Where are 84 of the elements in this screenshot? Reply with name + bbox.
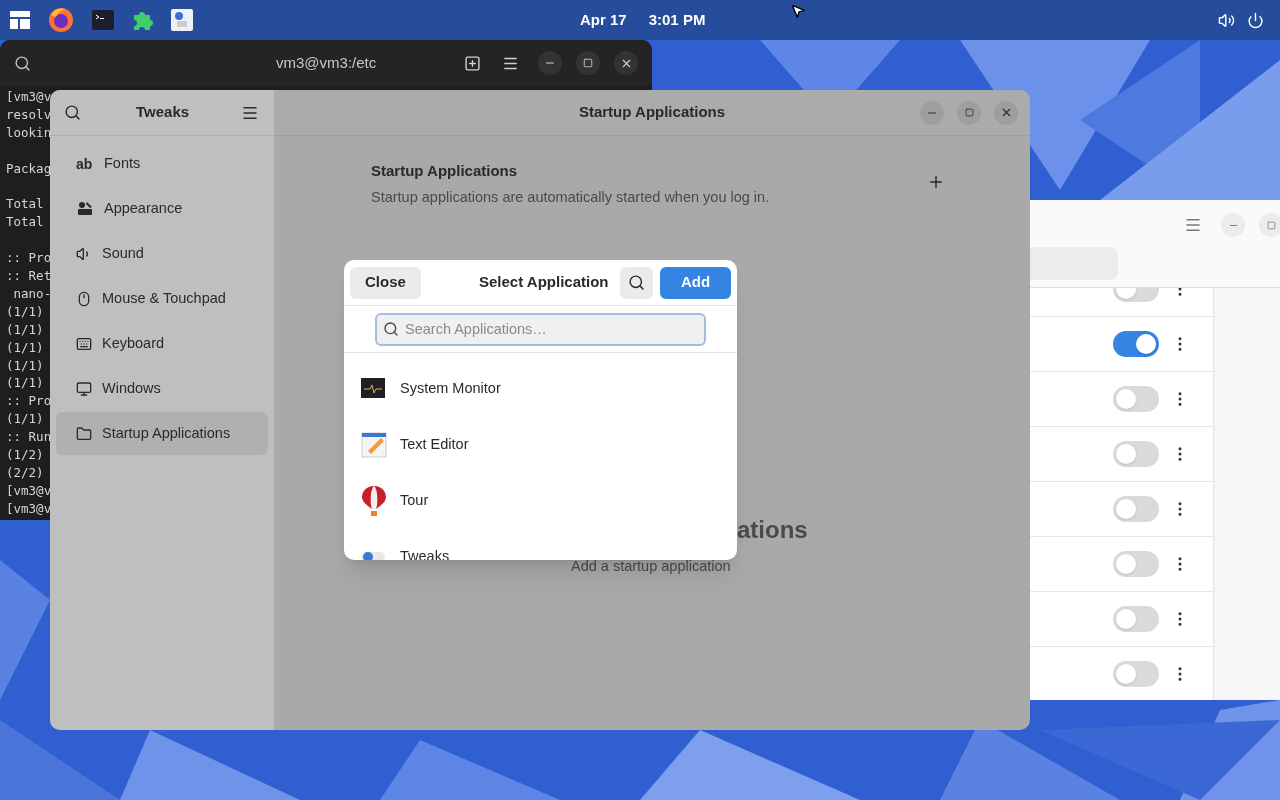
maximize-icon	[964, 108, 974, 117]
menu-icon	[1184, 216, 1202, 234]
folder-icon	[76, 425, 92, 442]
terminal-line: Total	[6, 195, 44, 214]
sidebar-item[interactable]: Appearance	[56, 187, 268, 230]
toggle-switch[interactable]	[1113, 496, 1159, 522]
appearance-icon	[76, 199, 94, 218]
toggle-switch[interactable]	[1113, 551, 1159, 577]
maximize-icon	[583, 58, 593, 68]
terminal-line: Total	[6, 213, 44, 232]
search-icon	[628, 274, 645, 291]
application-item[interactable]: System Monitor	[344, 361, 737, 417]
close-button[interactable]	[994, 100, 1018, 125]
empty-state-title: ations	[737, 515, 808, 545]
maximize-button[interactable]	[957, 100, 981, 125]
search-icon[interactable]	[14, 54, 31, 72]
browser-icon[interactable]	[46, 5, 76, 35]
plus-square-icon	[463, 54, 481, 72]
terminal-line: (1/1)	[6, 410, 44, 429]
sidebar-item[interactable]: Sound	[56, 232, 268, 275]
date-label[interactable]: Apr 17	[580, 8, 627, 32]
window-title: Startup Applications	[578, 102, 726, 123]
toggle-switch[interactable]	[1113, 661, 1159, 687]
mouse-icon	[76, 290, 92, 307]
terminal-line: :: Pro	[6, 392, 52, 411]
add-button[interactable]: Add	[660, 266, 731, 299]
cursor-icon	[790, 3, 806, 19]
section-heading: Startup Applications	[371, 161, 519, 181]
terminal-line: [vm3@v	[6, 481, 52, 500]
terminal-line: [vm3@v	[6, 88, 52, 106]
sidebar-item[interactable]: Keyboard	[56, 322, 268, 365]
volume-icon[interactable]	[1218, 11, 1235, 29]
search-icon	[383, 320, 399, 337]
dialog-title: Select Application	[479, 272, 609, 293]
sidebar-item[interactable]: Startup Applications	[56, 412, 268, 455]
monitor-icon	[76, 380, 92, 397]
app-title: Tweaks	[136, 102, 190, 123]
toggle-switch[interactable]	[1113, 386, 1159, 412]
terminal-line: [vm3@v	[6, 499, 52, 518]
close-button[interactable]	[614, 51, 638, 75]
close-button[interactable]: Close	[350, 266, 421, 299]
terminal-line: (1/1)	[6, 356, 44, 375]
minimize-button[interactable]	[538, 51, 562, 75]
balloon-icon	[361, 485, 387, 517]
toggle-switch[interactable]	[1113, 441, 1159, 467]
application-item[interactable]: Tour	[344, 473, 737, 529]
power-icon[interactable]	[1247, 11, 1264, 29]
terminal-line: Packag	[6, 159, 52, 178]
sidebar-item[interactable]: Windows	[56, 367, 268, 410]
terminal-line: (2/2)	[6, 464, 44, 482]
terminal-line: resolv	[6, 105, 52, 124]
terminal-line: (1/2)	[6, 446, 44, 464]
sidebar-item[interactable]: Mouse & Touchpad	[56, 277, 268, 320]
search-field[interactable]	[1030, 247, 1118, 280]
notepad-icon	[361, 431, 387, 459]
clock-label[interactable]: 3:01 PM	[648, 8, 706, 32]
pulse-monitor-icon	[361, 378, 387, 400]
terminal-line: nano-	[12, 284, 52, 303]
terminal-line: :: Pro	[6, 249, 52, 267]
settings-app-icon[interactable]	[170, 8, 194, 32]
application-item[interactable]: Text Editor	[344, 417, 737, 473]
toggle-icon	[361, 550, 387, 560]
window-title: vm3@vm3:/etc	[276, 52, 377, 73]
toggle-switch[interactable]	[1113, 331, 1159, 357]
sidebar-item[interactable]: ab Fonts	[56, 142, 268, 185]
terminal-line: (1/1)	[6, 302, 44, 321]
maximize-button[interactable]	[576, 51, 600, 75]
maximize-icon	[1266, 220, 1276, 230]
search-button[interactable]	[620, 266, 653, 299]
terminal-line: :: Ret	[6, 267, 52, 285]
terminal-line: (1/1)	[6, 374, 44, 393]
terminal-line: :: Run	[6, 428, 52, 447]
terminal-line: (1/1)	[6, 320, 44, 339]
section-description: Startup applications are automatically started when you log in.	[371, 187, 770, 207]
search-field[interactable]: Search Applications…	[375, 312, 706, 346]
search-icon[interactable]	[64, 104, 81, 121]
terminal-line: (1/1)	[6, 338, 44, 357]
terminal-line: lookin	[6, 123, 52, 142]
toggle-switch[interactable]	[1113, 606, 1159, 632]
fonts-icon: ab	[76, 156, 94, 171]
keyboard-icon	[76, 335, 92, 352]
plus-icon	[927, 173, 945, 191]
empty-state-hint: Add a startup application	[571, 557, 731, 576]
activities-icon[interactable]	[8, 8, 32, 32]
